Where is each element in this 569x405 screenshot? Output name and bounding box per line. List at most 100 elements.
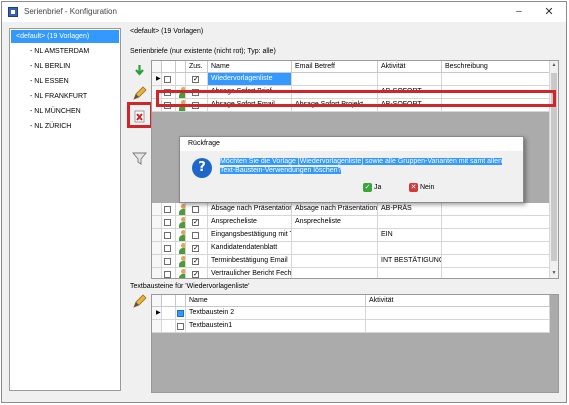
aktivitaet: AB-PRÄS <box>378 203 442 216</box>
filter-button[interactable] <box>131 150 148 167</box>
beschreibung <box>442 268 550 278</box>
grid2-header-aktivitaet[interactable]: Aktivität <box>366 295 550 307</box>
zus-checkbox[interactable] <box>192 74 199 85</box>
question-icon: ? <box>192 158 212 178</box>
grid-header-aktivitaet[interactable]: Aktivität <box>378 61 442 73</box>
grid2-header-icon <box>162 295 176 307</box>
email-betreff <box>292 73 378 86</box>
dialog-title: Rückfrage <box>180 137 523 151</box>
table-row[interactable]: Kandidatendatenblatt <box>152 242 550 255</box>
row-select-checkbox[interactable] <box>164 219 171 226</box>
row-select-checkbox[interactable] <box>164 258 171 265</box>
serienbriefe-label: Serienbriefe (nur existente (nicht rot);… <box>130 48 276 55</box>
delete-button-highlight <box>127 102 153 128</box>
zus-checkbox[interactable] <box>192 232 199 239</box>
minimize-button[interactable]: – <box>512 5 526 19</box>
email-betreff <box>292 255 378 268</box>
table-row[interactable]: Eingangsbestätigung mit T... EIN <box>152 229 550 242</box>
scroll-down-icon[interactable]: ▼ <box>550 269 558 278</box>
row-select-checkbox[interactable] <box>164 232 171 239</box>
zus-checkbox[interactable] <box>192 217 199 228</box>
row-select-checkbox[interactable] <box>164 245 171 252</box>
person-icon <box>179 217 185 228</box>
grid-header-check <box>176 61 186 73</box>
tree-item-amsterdam[interactable]: - NL AMSTERDAM <box>30 45 89 58</box>
edit-template-button[interactable] <box>131 85 148 102</box>
dialog-message-text: Möchten Sie die Vorlage [Wiedervorlagenl… <box>220 158 502 174</box>
aktivitaet <box>378 73 442 86</box>
aktivitaet: INT BESTÄTIGUNG <box>378 255 442 268</box>
tree-item-muenchen[interactable]: - NL MÜNCHEN <box>30 105 81 118</box>
beschreibung <box>442 242 550 255</box>
row-checkbox[interactable] <box>177 310 184 317</box>
table-row[interactable]: AnsprechelisteAnsprecheliste <box>152 216 550 229</box>
filter-icon <box>132 152 147 165</box>
grid-header-corner <box>152 61 162 73</box>
grid-header-zus[interactable]: Zus. <box>186 61 208 73</box>
textbausteine-label: Textbausteine für 'Wiedervorlagenliste' <box>130 283 250 290</box>
template-name: Eingangsbestätigung mit T... <box>208 229 292 242</box>
grid2-header-name[interactable]: Name <box>186 295 366 307</box>
add-template-button[interactable] <box>131 62 148 79</box>
table-row[interactable]: Absage nach Präsentation ... Absage nach … <box>152 203 550 216</box>
table-row[interactable]: Vertraulicher Bericht Fecher <box>152 268 550 278</box>
table-row[interactable]: Terminbestätigung Email INT BESTÄTIGUNG <box>152 255 550 268</box>
zus-checkbox[interactable] <box>192 256 199 267</box>
textbausteine-grid[interactable]: Name Aktivität ▶ Textbaustein 2 Textbaus… <box>151 294 559 393</box>
row-checkbox[interactable] <box>177 323 184 330</box>
template-name: Kandidatendatenblatt <box>208 242 292 255</box>
tree-item-zuerich[interactable]: - NL ZÜRICH <box>30 120 71 133</box>
zus-checkbox[interactable] <box>192 269 199 278</box>
pencil-icon <box>133 86 147 100</box>
row-select-checkbox[interactable] <box>164 76 171 83</box>
add-arrow-icon <box>135 65 144 76</box>
title-bar: Serienbrief - Konfiguration – ✕ <box>2 2 566 22</box>
tree-item-default[interactable]: <default> (19 Vorlagen) <box>11 30 119 43</box>
yes-label: Ja <box>374 184 382 191</box>
grid-header-beschreibung[interactable]: Beschreibung <box>442 61 550 73</box>
template-name: Wiedervorlagenliste <box>208 73 292 86</box>
close-button[interactable]: ✕ <box>542 5 556 19</box>
table-row[interactable]: ▶ Wiedervorlagenliste <box>152 73 550 86</box>
selected-row-highlight <box>156 90 556 107</box>
no-button[interactable]: ✕ Nein <box>409 182 434 194</box>
edit-textbaustein-button[interactable] <box>131 293 148 310</box>
grid2-header-check <box>176 295 186 307</box>
tree-item-essen[interactable]: - NL ESSEN <box>30 75 69 88</box>
beschreibung <box>442 255 550 268</box>
beschreibung <box>442 229 550 242</box>
template-name: Terminbestätigung Email <box>208 255 292 268</box>
current-row-arrow-icon: ▶ <box>156 76 161 82</box>
app-window: Serienbrief - Konfiguration – ✕ <default… <box>1 1 567 403</box>
person-icon <box>179 230 185 241</box>
email-betreff: Absage nach Präsentation ... <box>292 203 378 216</box>
tree-item-frankfurt[interactable]: - NL FRANKFURT <box>30 90 87 103</box>
textbaustein-row[interactable]: ▶ Textbaustein 2 <box>152 307 550 320</box>
email-betreff <box>292 242 378 255</box>
branch-tree[interactable]: <default> (19 Vorlagen) - NL AMSTERDAM -… <box>9 28 121 391</box>
tree-item-berlin[interactable]: - NL BERLIN <box>30 60 70 73</box>
grid-header-name[interactable]: Name <box>208 61 292 73</box>
confirm-dialog: Rückfrage ? Möchten Sie die Vorlage [Wie… <box>179 136 524 203</box>
textbaustein-name: Textbaustein 2 <box>186 307 366 320</box>
yes-button[interactable]: ✓ Ja <box>363 182 381 194</box>
template-name: Absage nach Präsentation ... <box>208 203 292 216</box>
app-icon <box>8 7 18 17</box>
grid-header-betreff[interactable]: Email Betreff <box>292 61 378 73</box>
aktivitaet: EIN <box>378 229 442 242</box>
zus-checkbox[interactable] <box>192 243 199 254</box>
aktivitaet <box>378 216 442 229</box>
row-select-checkbox[interactable] <box>164 271 171 278</box>
zus-checkbox[interactable] <box>192 206 199 213</box>
aktivitaet <box>378 268 442 278</box>
row-select-checkbox[interactable] <box>164 206 171 213</box>
textbaustein-row[interactable]: Textbaustein1 <box>152 320 550 333</box>
person-icon <box>179 243 185 254</box>
dialog-message: Möchten Sie die Vorlage [Wiedervorlagenl… <box>220 157 516 175</box>
current-row-arrow-icon: ▶ <box>156 310 161 316</box>
template-name: Ansprecheliste <box>208 216 292 229</box>
scroll-up-icon[interactable]: ▲ <box>550 61 558 70</box>
email-betreff <box>292 268 378 278</box>
pencil-icon <box>133 294 147 308</box>
window-title: Serienbrief - Konfiguration <box>24 7 117 16</box>
